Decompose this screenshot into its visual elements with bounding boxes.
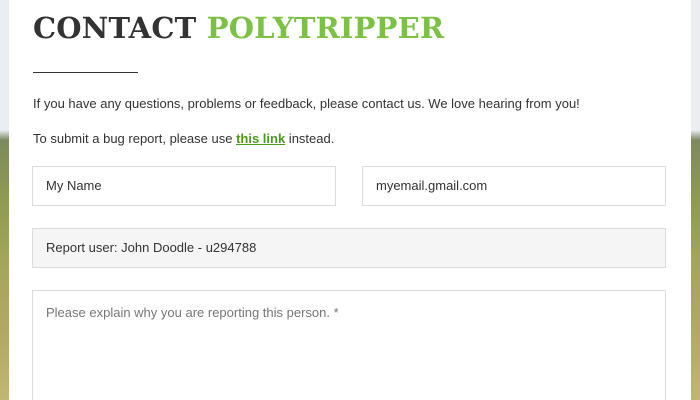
bug-report-link[interactable]: this link bbox=[236, 131, 285, 146]
report-user-field: Report user: John Doodle - u294788 bbox=[32, 228, 666, 268]
message-textarea[interactable]: Please explain why you are reporting thi… bbox=[32, 290, 666, 400]
name-field[interactable]: My Name bbox=[32, 166, 336, 206]
title-divider bbox=[33, 72, 138, 73]
contact-panel: CONTACT POLYTRIPPER If you have any ques… bbox=[9, 0, 691, 400]
background-right bbox=[690, 0, 700, 400]
bug-report-suffix: instead. bbox=[285, 131, 335, 146]
page-title: CONTACT POLYTRIPPER bbox=[33, 10, 444, 46]
email-field[interactable]: myemail.gmail.com bbox=[362, 166, 666, 206]
intro-text: If you have any questions, problems or f… bbox=[33, 96, 580, 111]
message-placeholder: Please explain why you are reporting thi… bbox=[46, 305, 339, 320]
page-title-contact: CONTACT bbox=[33, 11, 197, 45]
bug-report-prefix: To submit a bug report, please use bbox=[33, 131, 237, 146]
bug-report-text: To submit a bug report, please use this … bbox=[33, 131, 334, 146]
page-title-brand: POLYTRIPPER bbox=[206, 11, 445, 45]
